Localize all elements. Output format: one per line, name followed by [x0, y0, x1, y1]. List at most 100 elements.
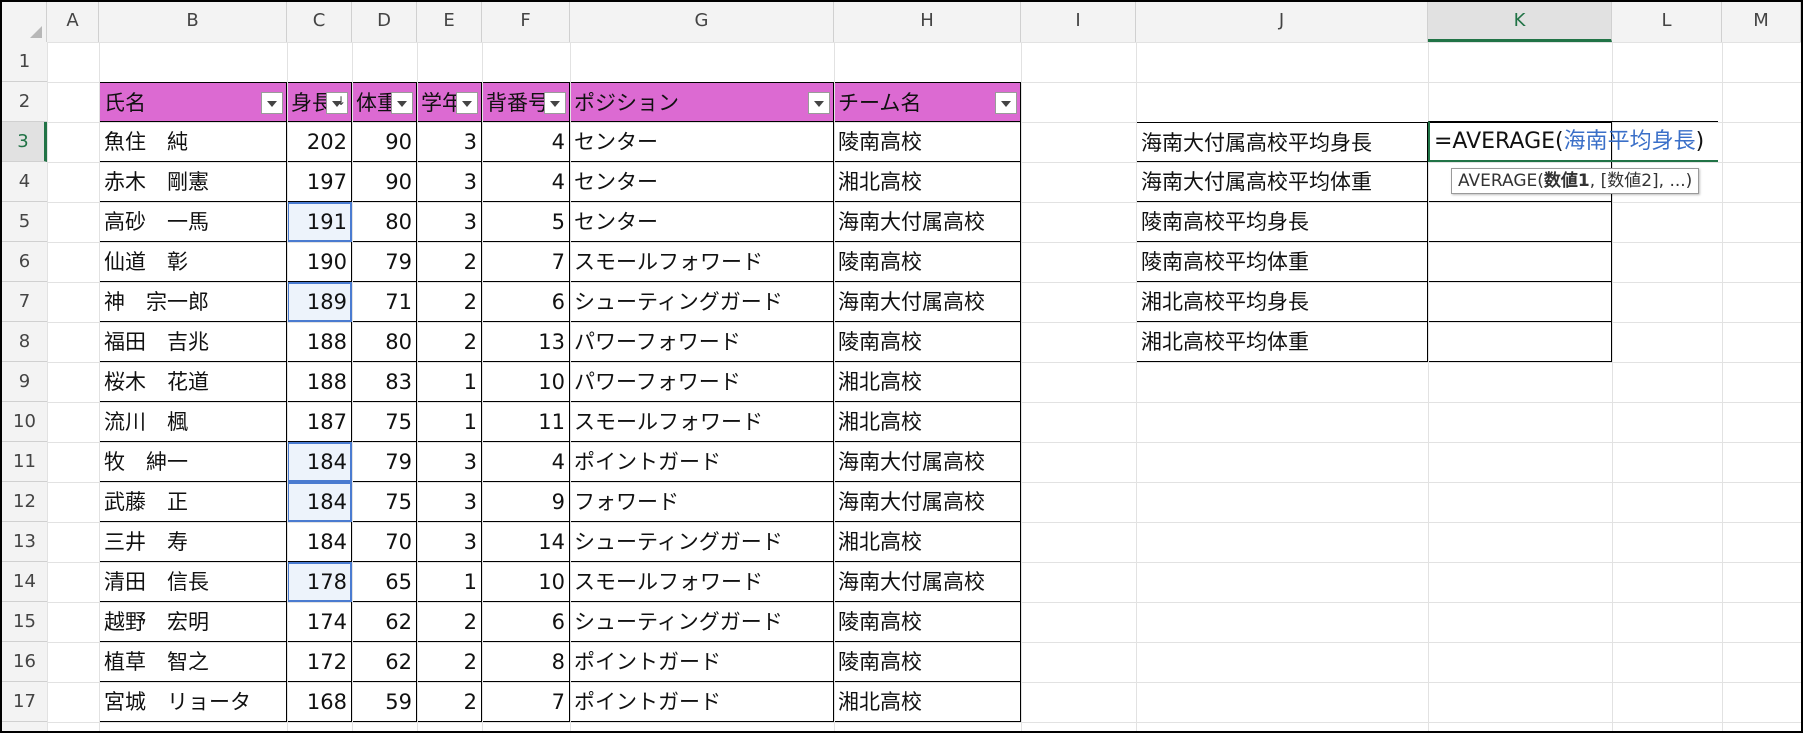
column-header-b[interactable]: B [99, 2, 287, 42]
summary-label[interactable]: 海南大付属高校平均身長 [1136, 122, 1428, 162]
table-cell-team[interactable]: 海南大付属高校 [834, 202, 1021, 242]
table-cell-grade[interactable]: 3 [417, 442, 482, 482]
tooltip-function-name[interactable]: AVERAGE( [1458, 171, 1544, 191]
table-cell-name[interactable]: 三井 寿 [99, 522, 287, 562]
table-cell-number[interactable]: 11 [482, 402, 570, 442]
tooltip-remaining-arguments[interactable]: , [数値2], ...) [1590, 171, 1693, 191]
row-header-17[interactable]: 17 [2, 682, 47, 722]
table-cell-team[interactable]: 湘北高校 [834, 362, 1021, 402]
table-cell-number[interactable]: 4 [482, 122, 570, 162]
table-cell-position[interactable]: ポイントガード [570, 682, 834, 722]
table-cell-weight[interactable]: 90 [352, 122, 417, 162]
table-cell-name[interactable]: 流川 楓 [99, 402, 287, 442]
column-header-g[interactable]: G [570, 2, 834, 42]
table-cell-number[interactable]: 10 [482, 562, 570, 602]
table-cell-team[interactable]: 陵南高校 [834, 602, 1021, 642]
summary-value-cell[interactable] [1428, 242, 1612, 282]
table-cell-grade[interactable]: 2 [417, 282, 482, 322]
table-cell-name[interactable]: 植草 智之 [99, 642, 287, 682]
row-header-13[interactable]: 13 [2, 522, 47, 562]
table-cell-name[interactable]: 神 宗一郎 [99, 282, 287, 322]
table-cell-grade[interactable]: 2 [417, 642, 482, 682]
table-cell-grade[interactable]: 3 [417, 162, 482, 202]
table-cell-weight[interactable]: 62 [352, 602, 417, 642]
table-cell-position[interactable]: ポイントガード [570, 642, 834, 682]
filter-dropdown-icon[interactable] [391, 92, 413, 114]
summary-label[interactable]: 湘北高校平均身長 [1136, 282, 1428, 322]
summary-value-cell[interactable] [1428, 202, 1612, 242]
row-header-8[interactable]: 8 [2, 322, 47, 362]
table-cell-position[interactable]: パワーフォワード [570, 362, 834, 402]
table-cell-name[interactable]: 赤木 剛憲 [99, 162, 287, 202]
table-cell-height[interactable]: 168 [287, 682, 352, 722]
row-header-1[interactable]: 1 [2, 42, 47, 82]
table-cell-team[interactable]: 陵南高校 [834, 242, 1021, 282]
summary-label[interactable]: 陵南高校平均体重 [1136, 242, 1428, 282]
table-cell-team[interactable]: 海南大付属高校 [834, 482, 1021, 522]
table-header-team[interactable]: チーム名 [834, 82, 1021, 122]
table-cell-position[interactable]: シューティングガード [570, 522, 834, 562]
filter-dropdown-icon[interactable] [261, 92, 283, 114]
table-cell-number[interactable]: 6 [482, 602, 570, 642]
table-cell-height[interactable]: 188 [287, 362, 352, 402]
row-header-4[interactable]: 4 [2, 162, 47, 202]
table-cell-number[interactable]: 4 [482, 442, 570, 482]
table-cell-position[interactable]: シューティングガード [570, 282, 834, 322]
table-cell-number[interactable]: 14 [482, 522, 570, 562]
summary-label[interactable]: 陵南高校平均身長 [1136, 202, 1428, 242]
column-header-m[interactable]: M [1722, 2, 1801, 42]
table-cell-number[interactable]: 6 [482, 282, 570, 322]
table-cell-team[interactable]: 海南大付属高校 [834, 562, 1021, 602]
row-header-6[interactable]: 6 [2, 242, 47, 282]
table-cell-position[interactable]: フォワード [570, 482, 834, 522]
table-cell-number[interactable]: 5 [482, 202, 570, 242]
table-cell-number[interactable]: 8 [482, 642, 570, 682]
table-cell-height[interactable]: 184 [287, 522, 352, 562]
table-cell-team[interactable]: 湘北高校 [834, 682, 1021, 722]
filter-dropdown-icon[interactable] [456, 92, 478, 114]
table-cell-weight[interactable]: 79 [352, 242, 417, 282]
row-header-14[interactable]: 14 [2, 562, 47, 602]
select-all-corner[interactable] [2, 2, 47, 42]
column-header-j[interactable]: J [1136, 2, 1428, 42]
table-cell-position[interactable]: スモールフォワード [570, 562, 834, 602]
table-cell-height[interactable]: 184 [287, 482, 352, 522]
table-cell-team[interactable]: 海南大付属高校 [834, 442, 1021, 482]
table-cell-height[interactable]: 184 [287, 442, 352, 482]
table-cell-position[interactable]: スモールフォワード [570, 242, 834, 282]
column-header-h[interactable]: H [834, 2, 1021, 42]
table-header-grade[interactable]: 学年 [417, 82, 482, 122]
table-cell-position[interactable]: パワーフォワード [570, 322, 834, 362]
table-header-name[interactable]: 氏名 [99, 82, 287, 122]
formula-range-reference[interactable]: 海南平均身長 [1564, 129, 1696, 154]
table-cell-weight[interactable]: 65 [352, 562, 417, 602]
row-header-15[interactable]: 15 [2, 602, 47, 642]
table-cell-height[interactable]: 187 [287, 402, 352, 442]
table-cell-height[interactable]: 189 [287, 282, 352, 322]
table-cell-position[interactable]: センター [570, 202, 834, 242]
table-cell-grade[interactable]: 2 [417, 322, 482, 362]
table-cell-position[interactable]: シューティングガード [570, 602, 834, 642]
row-header-3[interactable]: 3 [2, 122, 47, 162]
table-header-height[interactable]: 身長 [287, 82, 352, 122]
table-cell-name[interactable]: 武藤 正 [99, 482, 287, 522]
table-cell-height[interactable]: 191 [287, 202, 352, 242]
table-cell-name[interactable]: 福田 吉兆 [99, 322, 287, 362]
table-cell-team[interactable]: 海南大付属高校 [834, 282, 1021, 322]
table-cell-weight[interactable]: 59 [352, 682, 417, 722]
table-cell-name[interactable]: 牧 紳一 [99, 442, 287, 482]
table-cell-position[interactable]: スモールフォワード [570, 402, 834, 442]
active-cell-formula-input[interactable]: =AVERAGE(海南平均身長) [1428, 121, 1718, 162]
table-header-number[interactable]: 背番号 [482, 82, 570, 122]
table-cell-position[interactable]: ポイントガード [570, 442, 834, 482]
table-cell-name[interactable]: 高砂 一馬 [99, 202, 287, 242]
table-cell-name[interactable]: 魚住 純 [99, 122, 287, 162]
summary-label[interactable]: 湘北高校平均体重 [1136, 322, 1428, 362]
column-header-d[interactable]: D [352, 2, 417, 42]
row-header-5[interactable]: 5 [2, 202, 47, 242]
table-cell-number[interactable]: 10 [482, 362, 570, 402]
spreadsheet[interactable]: ABCDEFGHIJKLM 1 2 3 4 5 6 7 8 9 10 11 12 13 14 15 16 17 … [0, 0, 1803, 733]
table-cell-weight[interactable]: 79 [352, 442, 417, 482]
table-cell-team[interactable]: 陵南高校 [834, 322, 1021, 362]
table-cell-grade[interactable]: 3 [417, 202, 482, 242]
